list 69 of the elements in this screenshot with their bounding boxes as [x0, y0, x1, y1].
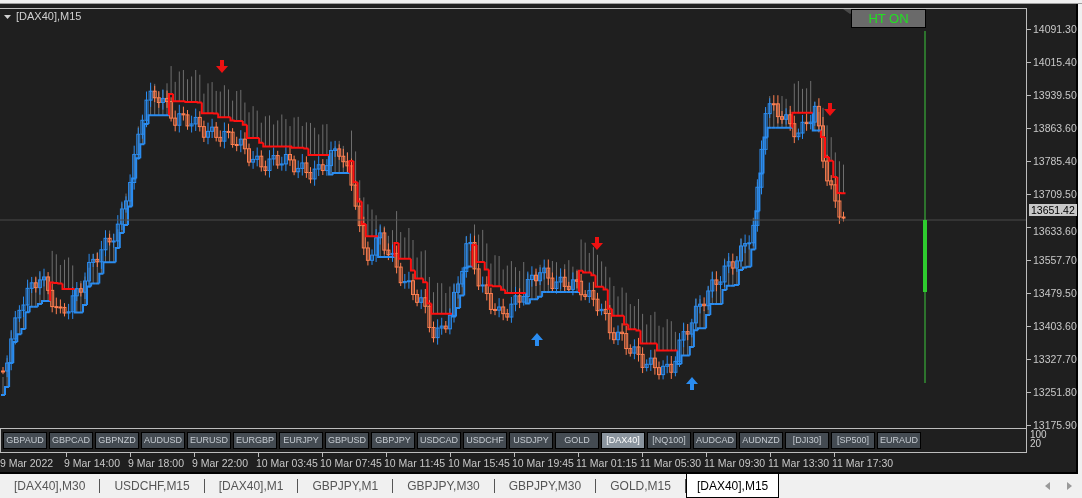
price-label: 13251.80	[1033, 386, 1077, 398]
scroll-left-icon[interactable]	[1045, 482, 1050, 490]
price-label: 13939.50	[1033, 89, 1077, 101]
time-label: 10 Mar 11:45	[384, 457, 446, 469]
symbol-button[interactable]: [DAX40]	[601, 432, 645, 449]
level-label: 20	[1030, 439, 1042, 448]
level-label: 100	[1030, 430, 1047, 439]
symbol-button[interactable]: GOLD	[555, 432, 599, 449]
symbol-button[interactable]: GBPNZD	[95, 432, 139, 449]
time-label: 9 Mar 14:00	[64, 457, 121, 469]
price-label: 13175.90	[1033, 419, 1077, 431]
symbol-button[interactable]: [DJI30]	[785, 432, 829, 449]
time-label: 9 Mar 2022	[0, 457, 54, 469]
symbol-button[interactable]: GBPJPY	[371, 432, 415, 449]
price-label: 13403.60	[1033, 320, 1077, 332]
time-label: 11 Mar 09:30	[704, 457, 766, 469]
price-label: 14015.40	[1033, 56, 1077, 68]
chart-tab[interactable]: GBPJPY,M30	[494, 479, 597, 493]
price-label: 13633.60	[1033, 225, 1077, 237]
price-label: 14091.30	[1033, 23, 1077, 35]
chart-tab[interactable]: GOLD,M15	[596, 479, 686, 493]
chart-tab[interactable]: [DAX40],M15	[685, 474, 780, 498]
chart-tab[interactable]: USDCHF,M15	[100, 479, 205, 493]
chart-title: [DAX40],M15	[16, 11, 82, 22]
time-label: 11 Mar 13:30	[768, 457, 830, 469]
symbol-button[interactable]: GBPUSD	[325, 432, 369, 449]
chart-tab[interactable]: [DAX40],M30	[0, 479, 101, 493]
down-arrow-icon	[591, 237, 603, 250]
time-label: 9 Mar 22:00	[192, 457, 249, 469]
time-label: 10 Mar 07:45	[320, 457, 382, 469]
time-label: 10 Mar 19:45	[512, 457, 574, 469]
time-label: 11 Mar 05:30	[640, 457, 702, 469]
symbol-button[interactable]: GBPCAD	[49, 432, 93, 449]
symbol-button[interactable]: USDCHF	[463, 432, 507, 449]
symbol-button[interactable]: USDJPY	[509, 432, 553, 449]
chart-tab[interactable]: GBPJPY,M30	[393, 479, 495, 493]
chart-tab[interactable]: GBPJPY,M1	[298, 479, 394, 493]
symbol-button[interactable]: EURJPY	[279, 432, 323, 449]
scroll-right-icon[interactable]	[1067, 482, 1072, 490]
time-label: 10 Mar 15:45	[448, 457, 510, 469]
symbol-button[interactable]: AUDCAD	[693, 432, 737, 449]
symbol-button[interactable]: AUDNZD	[739, 432, 783, 449]
symbol-button[interactable]: USDCAD	[417, 432, 461, 449]
price-label: 13327.70	[1033, 353, 1077, 365]
price-label: 13863.60	[1033, 122, 1077, 134]
symbol-button[interactable]: EURGBP	[233, 432, 277, 449]
dropdown-icon[interactable]	[4, 14, 11, 19]
up-arrow-icon	[531, 333, 543, 346]
symbol-button[interactable]: AUDUSD	[141, 432, 185, 449]
symbol-button[interactable]: [NQ100]	[647, 432, 691, 449]
down-arrow-icon	[824, 103, 836, 116]
up-arrow-icon	[686, 377, 698, 390]
time-label: 9 Mar 18:00	[128, 457, 185, 469]
signal-bar	[923, 220, 927, 292]
price-label: 13785.40	[1033, 155, 1077, 167]
time-label: 11 Mar 01:15	[576, 457, 638, 469]
price-label: 13479.50	[1033, 287, 1077, 299]
time-label: 11 Mar 17:30	[832, 457, 894, 469]
chart-tab[interactable]: [DAX40],M1	[204, 479, 299, 493]
ht-on-button[interactable]: HT ON	[851, 9, 926, 28]
symbol-button[interactable]: EURUSD	[187, 432, 231, 449]
symbol-button[interactable]: GBPAUD	[3, 432, 47, 449]
price-label: 13709.50	[1033, 188, 1077, 200]
symbol-button[interactable]: EURAUD	[877, 432, 921, 449]
time-label: 10 Mar 03:45	[256, 457, 318, 469]
down-arrow-icon	[216, 60, 228, 73]
price-label: 13557.70	[1033, 254, 1077, 266]
current-price-label: 13651.42	[1029, 204, 1077, 216]
symbol-button[interactable]: [SP500]	[831, 432, 875, 449]
